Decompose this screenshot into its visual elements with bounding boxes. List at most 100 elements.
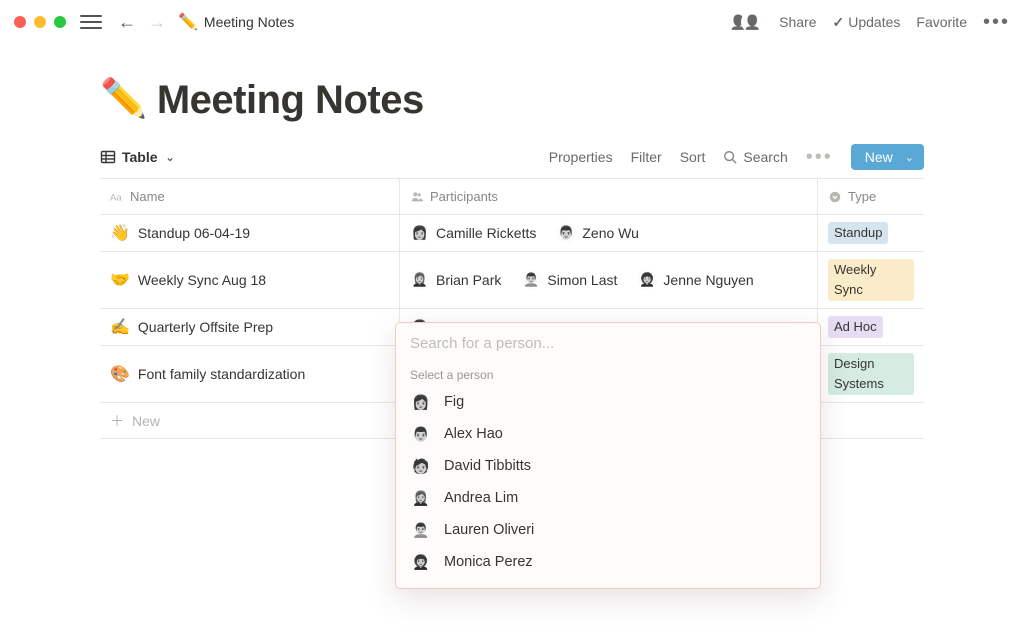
plus-icon: ＋ — [110, 411, 124, 431]
cell-participants[interactable]: 👩‍🦰 Brian Park 👨‍🦱 Simon Last 👩‍🦱 Jenne Nguye… — [400, 252, 818, 308]
row-title: Font family standardization — [138, 366, 305, 382]
updates-label: Updates — [848, 14, 900, 30]
picker-section-label: Select a person — [396, 362, 820, 386]
cell-type[interactable]: Design Systems — [818, 346, 924, 402]
cell-name[interactable]: 🤝Weekly Sync Aug 18 — [100, 252, 400, 308]
cell-name[interactable]: 🎨 Font family standardization — [100, 346, 400, 402]
title-property-icon: Aa — [110, 190, 124, 204]
cell-type[interactable]: Weekly Sync — [818, 252, 924, 308]
table-icon — [100, 149, 116, 165]
minimize-window-button[interactable] — [34, 16, 46, 28]
participant-chip: 👩 Camille Ricketts — [410, 223, 536, 243]
row-title: Quarterly Offsite Prep — [138, 319, 273, 335]
avatar: 👩‍🦰 — [410, 270, 430, 290]
cell-participants[interactable]: 👩 Camille Ricketts 👨 Zeno Wu — [400, 215, 818, 251]
search-button[interactable]: Search — [723, 149, 787, 165]
participant-chip: 👨‍🦱 Simon Last — [521, 270, 617, 290]
avatar: 👤 — [741, 11, 763, 33]
more-menu-button[interactable]: ••• — [983, 12, 1010, 32]
view-more-button[interactable]: ••• — [806, 147, 833, 167]
column-header-type[interactable]: Type — [818, 179, 924, 214]
participant-name: Simon Last — [547, 272, 617, 288]
person-option[interactable]: 👩‍🦱 Monica Perez — [396, 546, 820, 578]
chevron-down-icon: ⌄ — [905, 151, 914, 164]
window-chrome: ← → ✏️ Meeting Notes 👤 👤 Share ✓ Updates… — [0, 0, 1024, 44]
window-controls — [14, 16, 66, 28]
page-title: ✏️ Meeting Notes — [100, 78, 924, 122]
avatar: 👩‍🦰 — [410, 487, 432, 509]
person-name: Monica Perez — [444, 554, 533, 570]
search-label: Search — [743, 149, 787, 165]
share-button[interactable]: Share — [779, 14, 816, 30]
check-icon: ✓ — [833, 14, 845, 31]
person-option[interactable]: 👩‍🦰 Andrea Lim — [396, 482, 820, 514]
nav-forward-button[interactable]: → — [142, 8, 172, 37]
avatar: 👨‍🦱 — [410, 519, 432, 541]
search-icon — [723, 150, 737, 164]
participant-name: Zeno Wu — [582, 225, 639, 241]
column-label: Type — [848, 189, 876, 204]
filter-button[interactable]: Filter — [631, 149, 662, 165]
avatar: 🧑 — [410, 455, 432, 477]
person-option[interactable]: 🧑 David Tibbitts — [396, 450, 820, 482]
person-picker-popup: Select a person 👩Fig 👨 Alex Hao 🧑 David Tibb… — [395, 322, 821, 589]
sidebar-toggle-icon[interactable] — [80, 15, 102, 29]
person-search-input[interactable] — [396, 323, 820, 362]
new-row-label: New — [132, 413, 160, 429]
close-window-button[interactable] — [14, 16, 26, 28]
row-emoji: 🎨 — [110, 364, 130, 384]
chevron-down-icon: ⌄ — [166, 151, 175, 164]
row-emoji: 👋 — [110, 223, 130, 243]
column-header-participants[interactable]: Participants — [400, 179, 818, 214]
cell-type[interactable]: Standup — [818, 215, 924, 251]
participant-name: Camille Ricketts — [436, 225, 536, 241]
cell-type[interactable]: Ad Hoc — [818, 309, 924, 345]
person-option[interactable]: 👨‍🦱 Lauren Oliveri — [396, 514, 820, 546]
view-tab-table[interactable]: Table ⌄ — [100, 149, 175, 165]
table-row[interactable]: 🤝Weekly Sync Aug 18 👩‍🦰 Brian Park 👨‍🦱 Simon… — [100, 252, 924, 309]
avatar: 👨 — [410, 423, 432, 445]
person-name: David Tibbitts — [444, 458, 531, 474]
participant-chip: 👨 Zeno Wu — [556, 223, 639, 243]
person-name: Andrea Lim — [444, 490, 518, 506]
table-row[interactable]: 👋Standup 06-04-19 👩 Camille Ricketts 👨 Zeno … — [100, 215, 924, 252]
cell-name[interactable]: ✍️ Quarterly Offsite Prep — [100, 309, 400, 345]
column-label: Name — [130, 189, 165, 204]
person-name: Alex Hao — [444, 426, 503, 442]
avatar: 👨 — [556, 223, 576, 243]
avatar: 👨‍🦱 — [521, 270, 541, 290]
breadcrumb-emoji: ✏️ — [178, 12, 198, 32]
participant-chip: 👩‍🦱 Jenne Nguyen — [637, 270, 753, 290]
person-option[interactable]: 👩Fig — [396, 386, 820, 418]
type-tag: Ad Hoc — [828, 316, 883, 338]
avatar: 👩 — [410, 223, 430, 243]
new-row-button[interactable]: New ⌄ — [851, 144, 924, 170]
new-label: New — [865, 149, 893, 165]
participant-chip: 👩‍🦰 Brian Park — [410, 270, 501, 290]
database-toolbar: Table ⌄ Properties Filter Sort Search ••… — [100, 144, 924, 178]
type-tag: Weekly Sync — [828, 259, 914, 301]
participant-name: Brian Park — [436, 272, 501, 288]
avatar: 👩‍🦱 — [637, 270, 657, 290]
svg-text:Aa: Aa — [110, 192, 122, 203]
page-emoji[interactable]: ✏️ — [100, 79, 147, 121]
updates-button[interactable]: ✓ Updates — [833, 14, 901, 31]
row-emoji: ✍️ — [110, 317, 130, 337]
sort-button[interactable]: Sort — [680, 149, 706, 165]
participant-name: Jenne Nguyen — [663, 272, 753, 288]
row-emoji: 🤝 — [110, 270, 130, 290]
nav-back-button[interactable]: ← — [112, 8, 142, 37]
properties-button[interactable]: Properties — [549, 149, 613, 165]
breadcrumb[interactable]: ✏️ Meeting Notes — [178, 12, 294, 32]
favorite-button[interactable]: Favorite — [916, 14, 967, 30]
avatar: 👩 — [410, 391, 432, 413]
column-label: Participants — [430, 189, 498, 204]
maximize-window-button[interactable] — [54, 16, 66, 28]
avatar: 👩‍🦱 — [410, 551, 432, 573]
cell-name[interactable]: 👋Standup 06-04-19 — [100, 215, 400, 251]
person-name: Lauren Oliveri — [444, 522, 534, 538]
page-title-text[interactable]: Meeting Notes — [157, 78, 424, 122]
presence-avatars[interactable]: 👤 👤 — [727, 11, 763, 33]
column-header-name[interactable]: Aa Name — [100, 179, 400, 214]
person-option[interactable]: 👨 Alex Hao — [396, 418, 820, 450]
